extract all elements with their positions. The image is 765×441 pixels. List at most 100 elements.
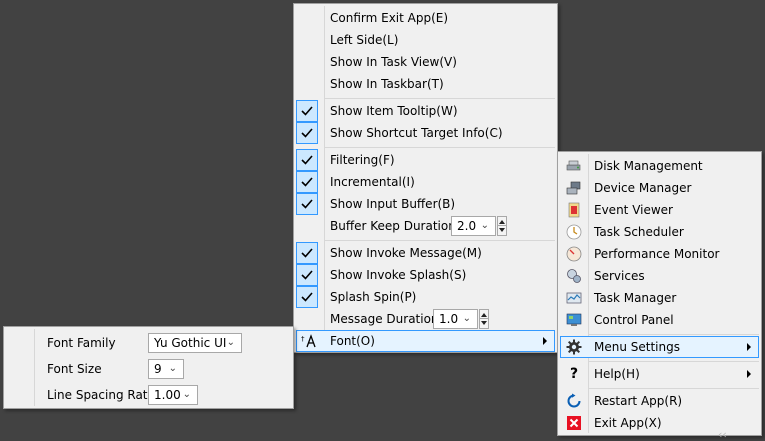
device-manager-icon — [566, 180, 582, 196]
menu-item-label: Confirm Exit App(E) — [330, 11, 449, 25]
menu-item-exit-app[interactable]: Exit App(X) — [560, 412, 759, 434]
menu-item-label: Filtering(F) — [330, 153, 395, 167]
event-viewer-icon — [566, 202, 582, 218]
line-spacing-label: Line Spacing Ratio — [47, 388, 159, 402]
arrow-up-icon[interactable] — [481, 313, 487, 317]
menu-item-event-viewer[interactable]: Event Viewer — [560, 199, 759, 221]
menu-separator — [588, 334, 759, 335]
chevron-down-icon: ⌄ — [226, 337, 235, 348]
checkmark-icon — [296, 100, 318, 122]
font-family-label: Font Family — [47, 336, 116, 350]
font-family-select[interactable]: Yu Gothic UI ⌄ — [148, 333, 242, 353]
menu-item-show-item-tooltip[interactable]: Show Item Tooltip(W) — [296, 100, 555, 122]
disk-management-icon — [566, 158, 582, 174]
menu-item-label: Left Side(L) — [330, 33, 399, 47]
restart-icon — [566, 393, 582, 409]
menu-separator — [324, 147, 555, 148]
menu-item-device-manager[interactable]: Device Manager — [560, 177, 759, 199]
menu-item-show-invoke-message[interactable]: Show Invoke Message(M) — [296, 242, 555, 264]
exit-icon — [566, 415, 582, 431]
svg-text:†: † — [301, 335, 305, 343]
menu-item-services[interactable]: Services — [560, 265, 759, 287]
menu-item-label: Show Invoke Message(M) — [330, 246, 482, 260]
line-spacing-value: 1.00 — [154, 388, 181, 402]
question-icon: ? — [569, 366, 579, 382]
checkmark-icon — [296, 171, 318, 193]
menu-separator — [324, 98, 555, 99]
checkmark-icon — [296, 122, 318, 144]
font-size-select[interactable]: 9 ⌄ — [148, 359, 184, 379]
menu-item-filtering[interactable]: Filtering(F) — [296, 149, 555, 171]
menu-separator — [324, 240, 555, 241]
menu-item-show-in-taskbar[interactable]: Show In Taskbar(T) — [296, 73, 555, 95]
menu-item-left-side[interactable]: Left Side(L) — [296, 29, 555, 51]
menu-item-message-duration: Message Duration: 1.0 ⌄ — [296, 308, 555, 330]
menu-item-show-invoke-splash[interactable]: Show Invoke Splash(S) — [296, 264, 555, 286]
menu-item-label: Menu Settings — [594, 340, 680, 354]
menu-item-label: Task Scheduler — [594, 225, 684, 239]
services-icon — [566, 268, 582, 284]
chevron-down-icon: ⌄ — [462, 313, 471, 324]
menu-item-task-manager[interactable]: Task Manager — [560, 287, 759, 309]
buffer-duration-spinner[interactable] — [497, 216, 507, 236]
menu-separator — [588, 388, 759, 389]
submenu-arrow-icon — [747, 343, 751, 351]
menu-item-show-in-task-view[interactable]: Show In Task View(V) — [296, 51, 555, 73]
font-size-label: Font Size — [47, 362, 102, 376]
menu-item-label: Buffer Keep Duration: — [330, 219, 460, 233]
arrow-up-icon[interactable] — [499, 220, 505, 224]
buffer-duration-select[interactable]: 2.0 ⌄ — [451, 216, 496, 236]
submenu-arrow-icon — [543, 337, 547, 345]
menu-item-label: Incremental(I) — [330, 175, 415, 189]
line-spacing-row: Line Spacing Ratio 1.00 ⌄ — [6, 383, 291, 407]
checkmark-icon — [296, 286, 318, 308]
menu-item-label: Font(O) — [330, 334, 375, 348]
message-duration-select[interactable]: 1.0 ⌄ — [433, 309, 478, 329]
menu-item-show-shortcut-target-info[interactable]: Show Shortcut Target Info(C) — [296, 122, 555, 144]
performance-monitor-icon — [566, 246, 582, 262]
menu-item-restart-app[interactable]: Restart App(R) — [560, 390, 759, 412]
menu-item-performance-monitor[interactable]: Performance Monitor — [560, 243, 759, 265]
menu-item-label: Message Duration: — [330, 312, 443, 326]
menu-item-menu-settings[interactable]: Menu Settings — [560, 336, 759, 358]
menu-item-label: Show Item Tooltip(W) — [330, 104, 458, 118]
font-icon: † — [301, 333, 317, 349]
menu-item-label: Restart App(R) — [594, 394, 683, 408]
checkmark-icon — [296, 242, 318, 264]
arrow-down-icon[interactable] — [481, 321, 487, 325]
font-size-row: Font Size 9 ⌄ — [6, 357, 291, 381]
menu-item-control-panel[interactable]: Control Panel — [560, 309, 759, 331]
menu-item-label: Show Input Buffer(B) — [330, 197, 456, 211]
overflow-chevron-icon: ‹‹ — [718, 428, 727, 441]
menu-item-help[interactable]: ? Help(H) — [560, 363, 759, 385]
menu-item-disk-management[interactable]: Disk Management — [560, 155, 759, 177]
menu-item-font[interactable]: † Font(O) — [296, 330, 555, 352]
menu-item-label: Show Invoke Splash(S) — [330, 268, 467, 282]
task-scheduler-icon — [566, 224, 582, 240]
submenu-arrow-icon — [747, 370, 751, 378]
menu-separator — [588, 361, 759, 362]
menu-item-label: Task Manager — [594, 291, 677, 305]
menu-item-incremental[interactable]: Incremental(I) — [296, 171, 555, 193]
message-duration-spinner[interactable] — [479, 309, 489, 329]
menu-item-task-scheduler[interactable]: Task Scheduler — [560, 221, 759, 243]
line-spacing-select[interactable]: 1.00 ⌄ — [148, 385, 198, 405]
control-panel-icon — [566, 312, 582, 328]
gear-icon — [566, 339, 582, 355]
menu-item-label: Device Manager — [594, 181, 692, 195]
arrow-down-icon[interactable] — [499, 228, 505, 232]
font-family-value: Yu Gothic UI — [154, 336, 227, 350]
menu-item-splash-spin[interactable]: Splash Spin(P) — [296, 286, 555, 308]
menu-item-label: Splash Spin(P) — [330, 290, 417, 304]
menu-item-label: Disk Management — [594, 159, 703, 173]
menu-item-label: Show In Taskbar(T) — [330, 77, 444, 91]
message-duration-value: 1.0 — [439, 312, 459, 326]
spinner-divider — [498, 225, 506, 226]
font-submenu: Font Family Yu Gothic UI ⌄ Font Size 9 ⌄… — [3, 326, 294, 409]
menu-item-confirm-exit[interactable]: Confirm Exit App(E) — [296, 7, 555, 29]
buffer-duration-value: 2.0 — [457, 219, 477, 233]
menu-item-show-input-buffer[interactable]: Show Input Buffer(B) — [296, 193, 555, 215]
chevron-down-icon: ⌄ — [182, 389, 191, 400]
menu-item-label: Control Panel — [594, 313, 674, 327]
menu-item-label: Exit App(X) — [594, 416, 662, 430]
